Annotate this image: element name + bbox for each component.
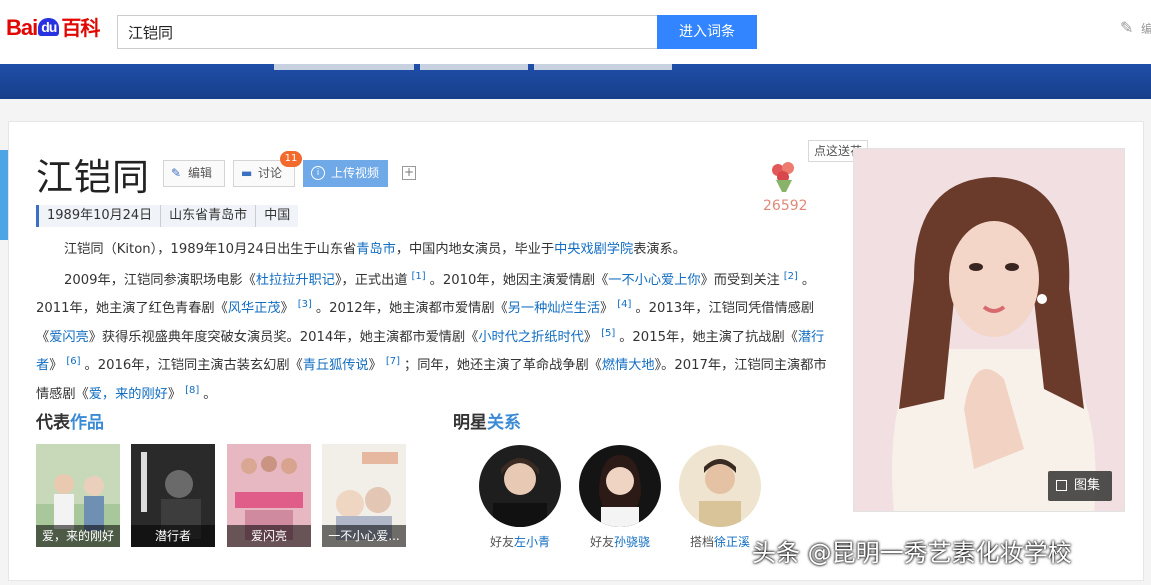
birth-date: 1989年10月24日 — [39, 205, 162, 227]
link-work[interactable]: 青丘狐传说 — [303, 358, 369, 373]
banner — [0, 64, 1151, 99]
banner-tab[interactable] — [274, 64, 414, 70]
reference[interactable]: [3] — [298, 299, 312, 310]
link-work[interactable]: 燃情大地 — [602, 358, 655, 373]
star-name-link[interactable]: 左小青 — [514, 535, 550, 549]
work-card[interactable]: 爱闪亮 — [227, 444, 311, 547]
portrait-image[interactable] — [853, 148, 1125, 512]
relations-section-title: 明星关系 — [453, 413, 521, 433]
link-work[interactable]: 风华正茂 — [228, 301, 281, 316]
works-section-title: 代表作品 — [36, 413, 104, 433]
link-work[interactable]: 另一种灿烂生活 — [508, 301, 600, 316]
edit-link[interactable]: 编 — [1141, 20, 1151, 37]
pen-icon[interactable]: ✎ — [1120, 18, 1140, 38]
discuss-count-badge: 11 — [280, 151, 302, 167]
album-icon — [1056, 480, 1067, 491]
banner-tab[interactable] — [420, 64, 528, 70]
nationality[interactable]: 中国 — [256, 205, 298, 227]
star-name-link[interactable]: 孙骁骁 — [614, 535, 650, 549]
star-avatar[interactable] — [679, 445, 761, 527]
work-caption: 潜行者 — [131, 525, 215, 547]
work-caption: 一不小心爱... — [322, 525, 406, 547]
work-caption: 爱，来的刚好 — [36, 525, 120, 547]
banner-tab[interactable] — [534, 64, 672, 70]
star-relation: 好友左小青 — [489, 535, 551, 549]
add-icon[interactable]: + — [402, 166, 416, 180]
star-relation: 好友孙骁骁 — [589, 535, 651, 549]
link-qingdao[interactable]: 青岛市 — [356, 242, 396, 257]
reference[interactable]: [5] — [601, 328, 615, 339]
upload-video-button[interactable]: i 上传视频 — [303, 160, 388, 187]
link-work[interactable]: 一不小心爱上你 — [608, 273, 700, 288]
reference[interactable]: [1] — [411, 271, 425, 282]
entry-title: 江铠同 — [36, 156, 150, 199]
comment-icon: ▬ — [241, 166, 253, 180]
search-input[interactable] — [117, 15, 658, 49]
work-card[interactable]: 爱，来的刚好 — [36, 444, 120, 547]
link-work[interactable]: 小时代之折纸时代 — [478, 330, 584, 345]
enter-entry-button[interactable]: 进入词条 — [657, 15, 757, 49]
summary-text: 江铠同（Kiton），1989年10月24日出生于山东省青岛市，中国内地女演员，… — [36, 238, 830, 408]
album-button[interactable]: 图集 — [1048, 471, 1112, 501]
link-central-academy-drama[interactable]: 中央戏剧学院 — [554, 242, 633, 257]
reference[interactable]: [6] — [66, 356, 80, 367]
summary-paragraph: 江铠同（Kiton），1989年10月24日出生于山东省青岛市，中国内地女演员，… — [64, 242, 686, 257]
side-accent — [0, 150, 8, 240]
link-work[interactable]: 杜拉拉升职记 — [256, 273, 335, 288]
top-bar: Baidu百科 进入词条 ✎ 编 — [0, 0, 1151, 64]
reference[interactable]: [7] — [386, 356, 400, 367]
work-card[interactable]: 潜行者 — [131, 444, 215, 547]
link-work[interactable]: 爱，来的刚好 — [89, 387, 168, 402]
flower-count: 26592 — [763, 198, 808, 214]
edit-button[interactable]: ✎ 编辑 — [163, 160, 225, 187]
star-name-link[interactable]: 徐正溪 — [714, 535, 750, 549]
info-icon: i — [311, 166, 325, 180]
reference[interactable]: [8] — [185, 385, 199, 396]
basic-info-bar: 1989年10月24日 山东省青岛市 中国 — [36, 205, 299, 227]
flower-icon[interactable] — [766, 158, 802, 194]
summary-paragraph: 2009年，江铠同参演职场电影《杜拉拉升职记》，正式出道 [1] 。2010年，她因… — [36, 270, 827, 402]
link-work[interactable]: 爱闪亮 — [49, 330, 89, 345]
star-avatar[interactable] — [479, 445, 561, 527]
work-caption: 爱闪亮 — [227, 525, 311, 547]
baidu-baike-logo[interactable]: Bai du 百科 — [6, 12, 100, 41]
birth-place[interactable]: 山东省青岛市 — [161, 205, 257, 227]
star-avatar[interactable] — [579, 445, 661, 527]
reference[interactable]: [2] — [784, 271, 798, 282]
reference[interactable]: [4] — [617, 299, 631, 310]
watermark-text: 头条 @昆明一秀艺素化妆学校 — [752, 539, 1072, 567]
work-card[interactable]: 一不小心爱... — [322, 444, 406, 547]
pencil-icon: ✎ — [171, 166, 182, 180]
